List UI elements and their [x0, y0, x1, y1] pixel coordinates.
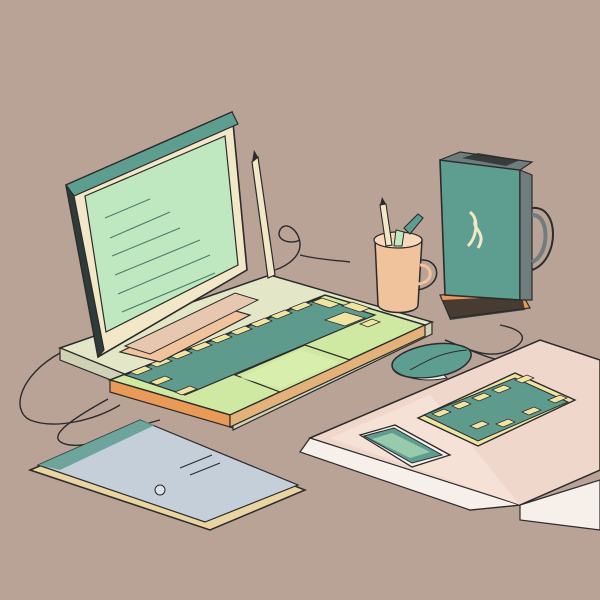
- desk-illustration: [0, 0, 600, 600]
